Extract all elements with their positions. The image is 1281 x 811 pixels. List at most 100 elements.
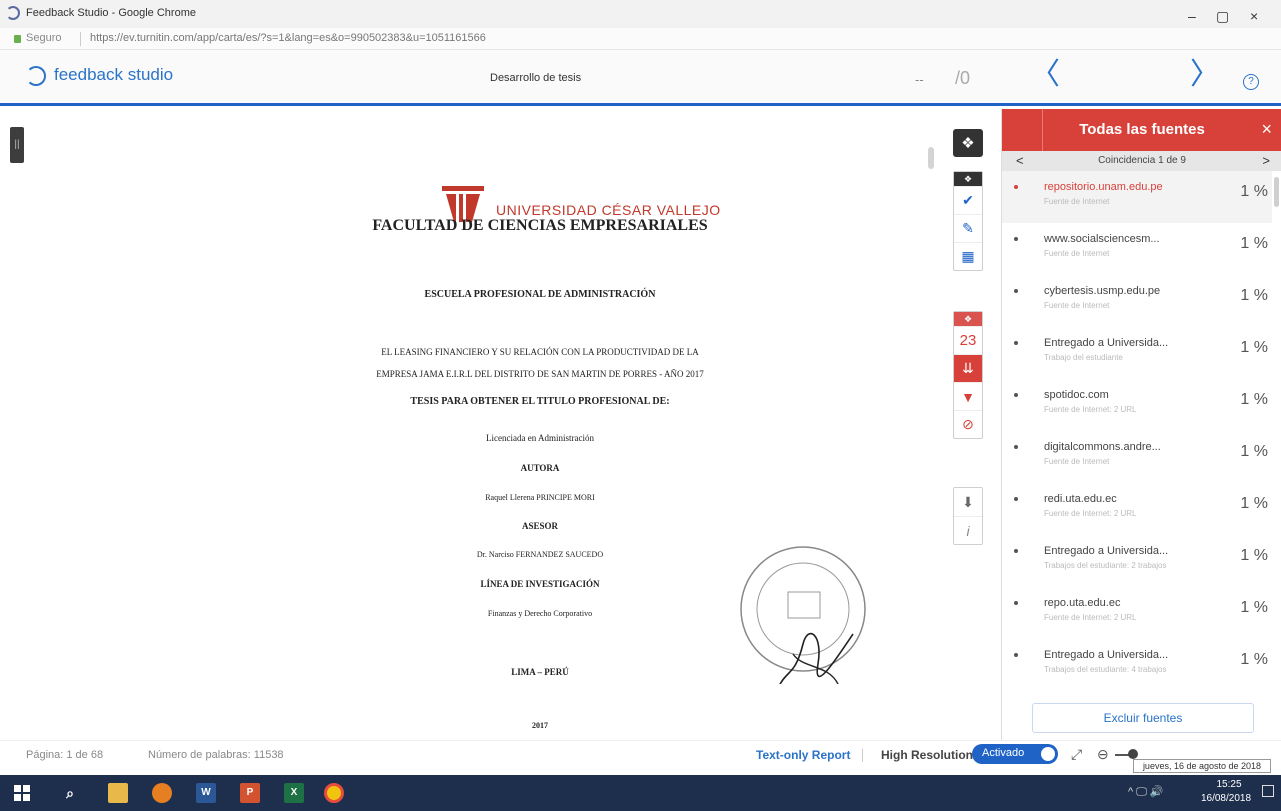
sources-panel-header: Todas las fuentes × [1002, 109, 1281, 151]
word-icon[interactable]: W [196, 783, 216, 803]
source-item[interactable]: redi.uta.edu.ec Fuente de Internet: 2 UR… [1002, 483, 1272, 535]
zoom-out-icon[interactable]: ⊖ [1097, 746, 1109, 763]
grading-layer-icon: ❖ [954, 172, 982, 186]
search-icon[interactable]: ⌕ [60, 783, 80, 803]
source-kind: Fuente de Internet [1044, 301, 1110, 310]
feedback-studio-logo-icon [26, 66, 46, 86]
source-percentage: 1 % [1240, 391, 1268, 408]
side-panel-handle[interactable]: || [10, 127, 24, 163]
file-explorer-icon[interactable] [108, 783, 128, 803]
windows-taskbar: ⌕ W P X ^ 🖵 🔊 15:25 16/08/2018 [0, 775, 1281, 811]
source-item[interactable]: Entregado a Universida... Trabajos del e… [1002, 535, 1272, 587]
match-count-button[interactable]: 23 [954, 326, 982, 354]
source-kind: Fuente de Internet: 2 URL [1044, 509, 1137, 518]
score-current: -- [915, 72, 924, 87]
filter-icon[interactable]: ▼ [954, 382, 982, 410]
source-kind: Trabajos del estudiante: 2 trabajos [1044, 561, 1167, 570]
source-bullet [1014, 653, 1018, 657]
minimize-button[interactable]: – [1188, 8, 1196, 24]
date-tooltip: jueves, 16 de agosto de 2018 [1133, 759, 1271, 773]
match-overview-icon[interactable]: ⇊ [954, 354, 982, 382]
source-kind: Fuente de Internet: 2 URL [1044, 405, 1137, 414]
school-heading: ESCUELA PROFESIONAL DE ADMINISTRACIÓN [424, 289, 656, 300]
app-header: feedback studio Desarrollo de tesis -- /… [0, 50, 1281, 106]
degree-text: Licenciada en Administración [486, 433, 594, 443]
excel-icon[interactable]: X [284, 783, 304, 803]
score-total: /0 [955, 68, 971, 88]
maximize-button[interactable]: ▢ [1216, 8, 1229, 25]
clock-time[interactable]: 15:25 [1204, 779, 1254, 790]
clock-date[interactable]: 16/08/2018 [1196, 793, 1256, 804]
help-icon[interactable]: ? [1243, 74, 1259, 90]
next-match-icon[interactable]: > [1262, 153, 1270, 168]
address-bar[interactable]: Seguro https://ev.turnitin.com/app/carta… [0, 28, 1281, 50]
text-only-report-link[interactable]: Text-only Report [756, 748, 850, 762]
source-percentage: 1 % [1240, 235, 1268, 252]
thesis-heading: TESIS PARA OBTENER EL TITULO PROFESIONAL… [410, 396, 670, 407]
source-item[interactable]: spotidoc.com Fuente de Internet: 2 URL 1… [1002, 379, 1272, 431]
source-bullet [1014, 549, 1018, 553]
document-scrollbar[interactable] [928, 147, 934, 169]
source-percentage: 1 % [1240, 547, 1268, 564]
fullscreen-icon[interactable]: ⤢ [1071, 746, 1082, 763]
rubric-grid-icon[interactable]: ▦ [954, 242, 982, 270]
info-icon[interactable]: i [954, 516, 982, 544]
download-icon[interactable]: ⬇ [954, 488, 982, 516]
source-name: Entregado a Universida... [1044, 649, 1169, 661]
divider [80, 32, 81, 46]
source-item[interactable]: cybertesis.usmp.edu.pe Fuente de Interne… [1002, 275, 1272, 327]
sources-scrollbar[interactable] [1274, 177, 1279, 207]
match-navigator: < Coincidencia 1 de 9 > [1002, 151, 1281, 171]
url-text[interactable]: https://ev.turnitin.com/app/carta/es/?s=… [90, 32, 486, 44]
exclusion-icon[interactable]: ⊘ [954, 410, 982, 438]
divider [862, 749, 863, 762]
next-paper-chevron-icon[interactable]: 〉 [1190, 60, 1220, 90]
source-kind: Fuente de Internet: 2 URL [1044, 613, 1137, 622]
source-percentage: 1 % [1240, 443, 1268, 460]
secure-label: Seguro [26, 32, 62, 44]
checkmark-icon[interactable]: ✔ [954, 186, 982, 214]
window-title: Feedback Studio - Google Chrome [26, 7, 196, 19]
source-item[interactable]: repositorio.unam.edu.pe Fuente de Intern… [1002, 171, 1272, 223]
high-resolution-label: High Resolution [881, 748, 973, 762]
university-name: UNIVERSIDAD CÉSAR VALLEJO [496, 202, 721, 218]
year-text: 2017 [532, 721, 548, 730]
source-percentage: 1 % [1240, 651, 1268, 668]
zoom-slider-handle[interactable] [1128, 749, 1138, 759]
source-name: digitalcommons.andre... [1044, 441, 1161, 453]
source-percentage: 1 % [1240, 183, 1268, 200]
source-item[interactable]: Entregado a Universida... Trabajo del es… [1002, 327, 1272, 379]
source-kind: Fuente de Internet [1044, 457, 1110, 466]
source-percentage: 1 % [1240, 599, 1268, 616]
close-button[interactable]: × [1250, 8, 1258, 24]
exclude-sources-button[interactable]: Excluir fuentes [1032, 703, 1254, 733]
close-icon[interactable]: × [1261, 119, 1272, 140]
source-item[interactable]: Entregado a Universida... Trabajos del e… [1002, 639, 1272, 691]
source-item[interactable]: www.socialsciencesm... Fuente de Interne… [1002, 223, 1272, 275]
browser-titlebar: Feedback Studio - Google Chrome – ▢ × [0, 0, 1281, 28]
feedback-studio-icon [6, 6, 20, 20]
system-tray-icons[interactable]: ^ 🖵 🔊 [1128, 785, 1164, 799]
advisor-heading: ASESOR [521, 521, 558, 531]
high-resolution-toggle[interactable]: Activado [972, 744, 1058, 764]
source-name: Entregado a Universida... [1044, 337, 1169, 349]
word-count: Número de palabras: 11538 [148, 749, 284, 761]
firefox-icon[interactable] [152, 783, 172, 803]
source-item[interactable]: repo.uta.edu.ec Fuente de Internet: 2 UR… [1002, 587, 1272, 639]
thesis-topic-line-2: EMPRESA JAMA E.I.R.L DEL DISTRITO DE SAN… [376, 369, 704, 379]
lock-icon [14, 35, 21, 43]
layers-icon[interactable]: ❖ [953, 129, 983, 157]
feedback-edit-icon[interactable]: ✎ [954, 214, 982, 242]
document-viewer[interactable]: || UNIVERSIDAD CÉSAR VALLEJO FACULTAD DE… [0, 109, 1000, 740]
windows-start-icon[interactable] [12, 783, 32, 803]
toggle-knob [1041, 747, 1055, 761]
source-item[interactable]: digitalcommons.andre... Fuente de Intern… [1002, 431, 1272, 483]
powerpoint-icon[interactable]: P [240, 783, 260, 803]
notifications-icon[interactable] [1262, 785, 1274, 797]
source-kind: Fuente de Internet [1044, 197, 1110, 206]
toggle-label: Activado [982, 747, 1025, 759]
document-title: Desarrollo de tesis [490, 72, 582, 84]
download-tool-group: ⬇ i [953, 487, 983, 545]
chrome-icon[interactable] [324, 783, 344, 803]
previous-paper-chevron-icon[interactable]: 〈 [1030, 60, 1060, 90]
